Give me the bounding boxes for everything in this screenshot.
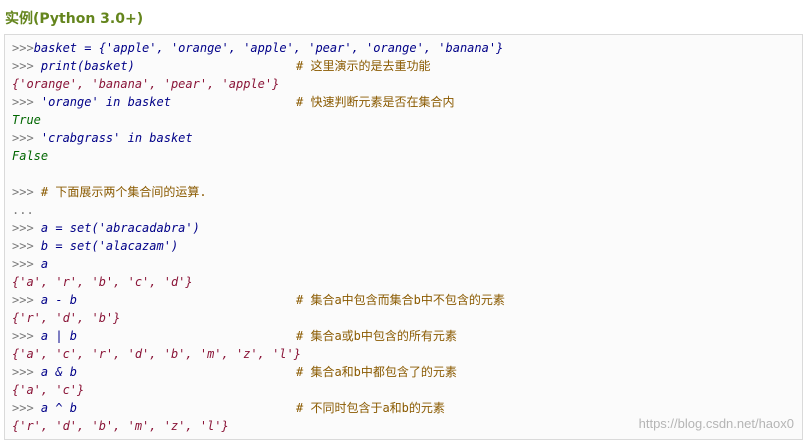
code-text: a ^ b [33, 401, 78, 415]
code-text: b = set('alacazam') [33, 239, 179, 253]
code-block[interactable]: >>>basket = {'apple', 'orange', 'apple',… [4, 34, 803, 440]
code-line: {'r', 'd', 'b'} [12, 309, 120, 327]
inline-comment: # 这里演示的是去重功能 [296, 59, 431, 73]
code-text: basket = {'apple', 'orange', 'apple', 'p… [33, 41, 504, 55]
code-text: a - b [33, 293, 78, 307]
code-text: a = set('abracadabra') [33, 221, 200, 235]
output-text: {'a', 'c'} [12, 383, 85, 397]
prompt-marker: >>> [12, 329, 34, 343]
code-line: >>> # 下面展示两个集合间的运算. [12, 183, 207, 201]
example-header: 实例(Python 3.0+) [0, 0, 804, 34]
code-line: {'a', 'r', 'b', 'c', 'd'} [12, 273, 193, 291]
code-text: # 下面展示两个集合间的运算. [33, 185, 207, 199]
code-line: >>> a | b [12, 327, 77, 345]
prompt-marker: ... [12, 203, 34, 217]
inline-comment: # 快速判断元素是否在集合内 [296, 95, 455, 109]
code-text: print(basket) [33, 59, 135, 73]
code-text: a | b [33, 329, 78, 343]
code-line: >>> a = set('abracadabra') [12, 219, 200, 237]
prompt-marker: >>> [12, 257, 34, 271]
prompt-marker: >>> [12, 41, 34, 55]
output-text: True [12, 113, 41, 127]
inline-comment: # 不同时包含于a和b的元素 [296, 401, 445, 415]
output-text: False [12, 149, 49, 163]
code-line: {'a', 'c', 'r', 'd', 'b', 'm', 'z', 'l'} [12, 345, 301, 363]
example-title: 实例(Python 3.0+) [5, 11, 144, 27]
code-text: a [33, 257, 49, 271]
code-line: >>> b = set('alacazam') [12, 237, 178, 255]
code-line: {'a', 'c'} [12, 381, 84, 399]
output-text: {'a', 'r', 'b', 'c', 'd'} [12, 275, 193, 289]
prompt-marker: >>> [12, 221, 34, 235]
code-text: 'crabgrass' in basket [33, 131, 193, 145]
prompt-marker: >>> [12, 185, 34, 199]
code-line: >>> a [12, 255, 48, 273]
watermark: https://blog.csdn.net/haox0 [638, 416, 794, 431]
code-line: ... [12, 201, 34, 219]
code-text: 'orange' in basket [33, 95, 171, 109]
inline-comment: # 集合a和b中都包含了的元素 [296, 365, 457, 379]
prompt-marker: >>> [12, 95, 34, 109]
output-text: {'r', 'd', 'b'} [12, 311, 121, 325]
inline-comment: # 集合a中包含而集合b中不包含的元素 [296, 293, 505, 307]
prompt-marker: >>> [12, 401, 34, 415]
code-line: >>> 'crabgrass' in basket [12, 129, 193, 147]
code-line: >>> a - b [12, 291, 77, 309]
output-text: {'a', 'c', 'r', 'd', 'b', 'm', 'z', 'l'} [12, 347, 301, 361]
code-line: {'r', 'd', 'b', 'm', 'z', 'l'} [12, 417, 229, 435]
code-line: >>> a & b [12, 363, 77, 381]
code-line: >>>basket = {'apple', 'orange', 'apple',… [12, 39, 503, 57]
prompt-marker: >>> [12, 59, 34, 73]
code-line: False [12, 147, 48, 165]
prompt-marker: >>> [12, 365, 34, 379]
code-line: >>> a ^ b [12, 399, 77, 417]
code-line: True [12, 111, 41, 129]
prompt-marker: >>> [12, 293, 34, 307]
prompt-marker: >>> [12, 239, 34, 253]
code-line: {'orange', 'banana', 'pear', 'apple'} [12, 75, 279, 93]
code-line: >>> print(basket) [12, 57, 135, 75]
inline-comment: # 集合a或b中包含的所有元素 [296, 329, 457, 343]
output-text: {'r', 'd', 'b', 'm', 'z', 'l'} [12, 419, 229, 433]
output-text: {'orange', 'banana', 'pear', 'apple'} [12, 77, 280, 91]
code-text: a & b [33, 365, 78, 379]
prompt-marker: >>> [12, 131, 34, 145]
code-line: >>> 'orange' in basket [12, 93, 171, 111]
